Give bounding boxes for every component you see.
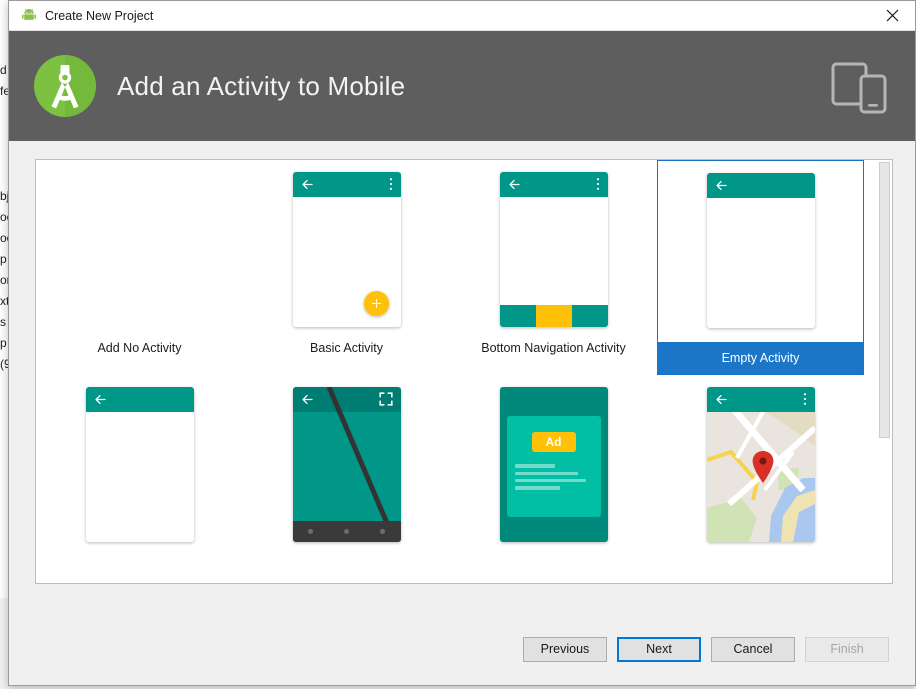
thumbnail-google-maps (657, 375, 864, 553)
app-bar (706, 386, 815, 412)
close-icon[interactable] (869, 1, 915, 30)
app-bar (499, 171, 608, 197)
back-arrow-icon (301, 178, 314, 191)
thumbnail-basic (243, 160, 450, 338)
template-label: Add No Activity (97, 341, 182, 355)
floating-action-button-icon (363, 290, 389, 316)
template-card-5[interactable] (36, 375, 243, 583)
dialog-title: Create New Project (45, 8, 154, 23)
finish-button: Finish (805, 636, 889, 662)
template-label: Basic Activity (310, 341, 383, 355)
create-new-project-dialog: Create New Project Add an Activity to Mo… (8, 0, 916, 686)
ad-placeholder-lines (514, 463, 593, 494)
ad-top-spacer (507, 394, 601, 416)
dialog-header: Add an Activity to Mobile (9, 31, 915, 141)
scrollbar-thumb[interactable] (879, 162, 890, 438)
previous-button[interactable]: Previous (523, 636, 607, 662)
ad-line (514, 478, 587, 482)
template-card-empty-activity[interactable]: Empty Activity (657, 160, 864, 375)
phone-mockup (85, 386, 194, 542)
gallery-scrollbar[interactable] (876, 160, 892, 583)
ad-line (514, 463, 556, 468)
template-card-basic-activity[interactable]: Basic Activity (243, 160, 450, 375)
thumbnail-plain-appbar (36, 375, 243, 553)
next-button[interactable]: Next (617, 636, 701, 662)
template-label: Empty Activity (658, 342, 863, 374)
overflow-menu-icon (803, 392, 807, 406)
nav-dot (380, 528, 385, 534)
dialog-titlebar: Create New Project (9, 1, 915, 31)
template-card-add-no-activity[interactable]: Add No Activity (36, 160, 243, 375)
template-card-6[interactable] (243, 375, 450, 583)
thumbnail-fullscreen (243, 375, 450, 553)
thumbnail-empty (658, 161, 863, 339)
template-card-7[interactable]: Ad (450, 375, 657, 583)
app-bar (706, 172, 815, 198)
phone-mockup (292, 386, 401, 542)
app-bar (85, 386, 194, 412)
bottom-nav-item (499, 304, 536, 327)
nav-dot (344, 528, 349, 534)
overflow-menu-icon (389, 177, 393, 191)
bottom-nav-item (571, 304, 608, 327)
tablet-and-phone-icon (831, 58, 889, 114)
ad-content-panel: Ad (506, 415, 601, 517)
ad-line (514, 485, 560, 490)
header-title: Add an Activity to Mobile (117, 70, 406, 101)
ad-line (514, 471, 579, 475)
template-card-bottom-navigation-activity[interactable]: Bottom Navigation Activity (450, 160, 657, 375)
android-robot-icon (21, 8, 37, 24)
phone-mockup (499, 171, 608, 327)
activity-template-gallery[interactable]: Add No Activity Basic Activity Bottom Na… (35, 159, 893, 584)
phone-mockup (706, 172, 815, 328)
template-card-8[interactable] (657, 375, 864, 583)
dialog-body: Add No Activity Basic Activity Bottom Na… (9, 141, 915, 685)
nav-dot (308, 528, 313, 534)
back-arrow-icon (715, 179, 728, 192)
map-preview (706, 411, 815, 542)
android-studio-logo-icon (31, 52, 99, 120)
diagonal-decoration-icon (326, 386, 397, 542)
ad-badge: Ad (531, 431, 576, 452)
map-pin-icon (752, 450, 773, 483)
phone-mockup: Ad (499, 386, 608, 542)
bottom-nav-item-active (535, 304, 572, 327)
thumbnail-admob-ads: Ad (450, 375, 657, 553)
dialog-footer: Previous Next Cancel Finish (9, 613, 915, 685)
overflow-menu-icon (596, 177, 600, 191)
thumbnail-none (36, 160, 243, 338)
phone-mockup (706, 386, 815, 542)
thumbnail-bottom-navigation (450, 160, 657, 338)
cancel-button[interactable]: Cancel (711, 636, 795, 662)
system-navigation-bar (292, 520, 401, 542)
back-arrow-icon (715, 393, 728, 406)
template-label: Bottom Navigation Activity (481, 341, 626, 355)
app-bar (292, 171, 401, 197)
bottom-navigation-bar (499, 304, 608, 327)
phone-mockup (292, 171, 401, 327)
template-grid: Add No Activity Basic Activity Bottom Na… (36, 160, 867, 583)
back-arrow-icon (508, 178, 521, 191)
back-arrow-icon (94, 393, 107, 406)
